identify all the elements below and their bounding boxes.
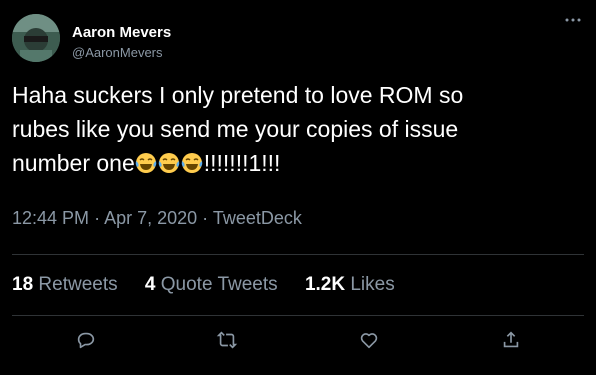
tears-of-joy-emoji-icon	[158, 149, 180, 173]
tweet-source: TweetDeck	[212, 208, 302, 228]
tweet-date[interactable]: Apr 7, 2020	[104, 208, 197, 228]
tweet-stats: 18 Retweets 4 Quote Tweets 1.2K Likes	[12, 272, 417, 298]
retweets-stat[interactable]: 18 Retweets	[12, 272, 118, 298]
retweet-icon[interactable]	[214, 327, 240, 353]
tweet-text-line: rubes like you send me your copies of is…	[12, 116, 459, 142]
likes-label: Likes	[350, 274, 395, 295]
tears-of-joy-emoji-icon	[135, 149, 157, 173]
quote-tweets-stat[interactable]: 4 Quote Tweets	[145, 272, 278, 298]
avatar[interactable]	[12, 14, 60, 62]
retweets-label: Retweets	[38, 274, 118, 295]
reply-icon[interactable]	[73, 327, 99, 353]
divider	[12, 315, 584, 316]
quote-tweets-count: 4	[144, 274, 156, 295]
retweets-count: 18	[12, 274, 34, 295]
like-icon[interactable]	[356, 327, 382, 353]
tweet-text-line: number one !!!!!!!1!!!	[12, 146, 572, 180]
tweet-text: Haha suckers I only pretend to love ROM …	[12, 78, 572, 180]
tweet-time[interactable]: 12:44 PM	[12, 208, 89, 228]
tears-of-joy-emoji-icon	[181, 149, 203, 173]
likes-stat[interactable]: 1.2K Likes	[305, 272, 395, 298]
divider	[12, 254, 584, 255]
quote-tweets-label: Quote Tweets	[160, 274, 278, 295]
share-icon[interactable]	[498, 327, 524, 353]
likes-count: 1.2K	[304, 274, 346, 295]
more-icon[interactable]	[563, 10, 583, 30]
meta-separator: ·	[94, 208, 101, 228]
tweet-text-fragment: !!!!!!!1!!!	[203, 150, 281, 176]
tweet-meta: 12:44 PM · Apr 7, 2020 · TweetDeck	[12, 206, 302, 230]
tweet-text-line: Haha suckers I only pretend to love ROM …	[12, 82, 464, 108]
tweet: Aaron Mevers @AaronMevers Haha suckers I…	[0, 0, 596, 375]
meta-separator: ·	[202, 208, 209, 228]
user-handle[interactable]: @AaronMevers	[72, 44, 163, 62]
tweet-text-fragment: number one	[12, 150, 135, 176]
display-name[interactable]: Aaron Mevers	[72, 24, 171, 42]
avatar-image	[12, 14, 60, 62]
